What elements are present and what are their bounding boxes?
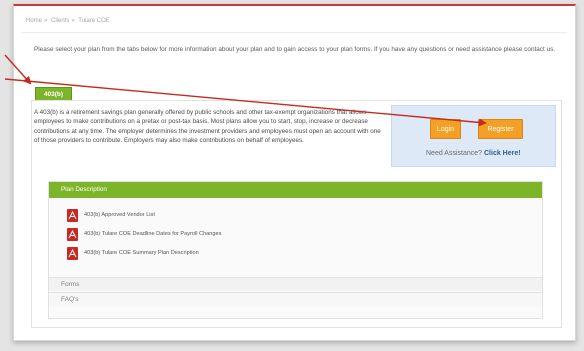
annotation-arrows xyxy=(4,54,487,127)
annotation-arrow-to-register xyxy=(4,78,487,127)
